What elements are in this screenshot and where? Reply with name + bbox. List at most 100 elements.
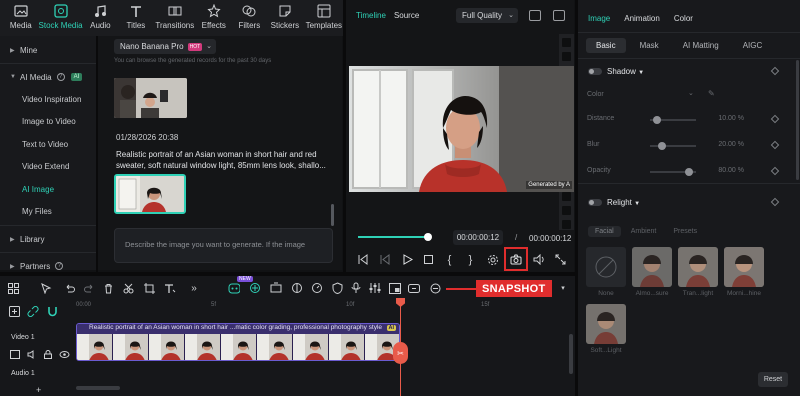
track-visibility-icon[interactable] [59,346,70,364]
speed-icon[interactable] [311,282,323,294]
subtab-ai-matting[interactable]: AI Matting [673,38,729,53]
selected-generated-image[interactable] [114,174,186,214]
subtab-aigc[interactable]: AIGC [733,38,773,53]
magnet-icon[interactable] [46,305,58,317]
track-film-icon[interactable] [10,346,20,364]
split-scissors-icon[interactable] [122,282,134,294]
track-mute-icon[interactable] [27,346,37,364]
color-match-icon[interactable] [291,282,303,294]
subtab-mask[interactable]: Mask [630,38,669,53]
panel-scrollbar[interactable] [796,60,799,180]
video-clip[interactable]: Realistic portrait of an Asian woman in … [76,323,400,361]
sidebar-mine[interactable]: ▶ Mine [0,39,96,61]
tab-source[interactable]: Source [394,11,419,20]
model-dropdown[interactable]: Nano Banana Pro HOT ⌄ [114,39,216,54]
toolbar-templates[interactable]: Templates [303,0,345,36]
tab-timeline[interactable]: Timeline [356,11,386,20]
shadow-blur-value[interactable]: 20.00 % [704,141,744,148]
slider-handle[interactable] [657,142,666,150]
tab-animation[interactable]: Animation [624,14,660,23]
mark-in-button[interactable]: { [443,253,456,266]
grid-view-icon[interactable] [529,10,541,21]
link-icon[interactable] [27,305,39,317]
tab-image[interactable]: Image [588,14,610,23]
picture-in-picture-icon[interactable] [389,282,401,294]
keyframe-icon[interactable] [770,140,780,150]
grid-layout-icon[interactable] [7,282,19,294]
keyframe-icon[interactable] [770,114,780,124]
sidebar-ai-media[interactable]: ▼ AI Media ? AI [0,66,96,88]
text-tool-icon[interactable] [164,282,176,294]
toolbar-transitions[interactable]: Transitions [154,0,196,36]
eyedropper-icon[interactable]: ✎ [708,89,715,98]
relight-preset-soft-light[interactable] [586,304,626,344]
sidebar-item-video-inspiration[interactable]: Video Inspiration [0,88,96,111]
timeline-ruler[interactable]: 00:00 5f 10f 15f [76,302,566,312]
prompt-input[interactable]: Describe the image you want to generate.… [114,228,333,263]
audio-mixer-icon[interactable] [369,282,381,294]
toolbar-effects[interactable]: Effects [196,0,232,36]
relight-section-title[interactable]: Relight ▼ [607,198,640,207]
timeline-menu-icon[interactable]: ▾ [557,282,569,294]
shadow-section-title[interactable]: Shadow ▼ [607,67,644,76]
shadow-toggle[interactable] [588,68,602,75]
tab-color[interactable]: Color [674,14,693,23]
shadow-opacity-value[interactable]: 80.00 % [704,167,744,174]
tab-presets[interactable]: Presets [666,226,704,237]
slider-handle[interactable] [685,168,694,176]
relight-preset-almost-exposure[interactable] [632,247,672,287]
toolbar-stock-media[interactable]: Stock Media [39,0,83,36]
add-icon[interactable]: + [36,385,41,395]
fullscreen-button[interactable] [554,253,567,266]
current-time-field[interactable]: 00:00:00:12 [453,230,503,245]
sidebar-item-my-files[interactable]: My Files [0,201,96,224]
mark-out-button[interactable]: } [464,253,477,266]
toolbar-audio[interactable]: Audio [83,0,119,36]
microphone-icon[interactable] [350,282,362,294]
shadow-blur-slider[interactable] [650,142,696,150]
undo-icon[interactable] [63,282,75,294]
progress-handle[interactable] [424,233,432,241]
sidebar-item-text-to-video[interactable]: Text to Video [0,133,96,156]
relight-toggle[interactable] [588,199,602,206]
quality-dropdown[interactable]: Full Quality ⌄ [456,8,518,23]
timeline-horizontal-scrollbar[interactable] [76,386,120,390]
generated-image-thumbnail[interactable] [114,78,187,118]
tab-facial[interactable]: Facial [588,226,621,237]
relight-preset-morning-sunshine[interactable] [724,247,764,287]
panel-splitter[interactable] [0,272,576,276]
toolbar-titles[interactable]: Titles [118,0,154,36]
image-view-icon[interactable] [553,10,565,21]
track-lock-icon[interactable] [44,346,52,364]
previous-frame-button[interactable] [356,253,369,266]
more-tools-icon[interactable]: » [188,282,200,294]
render-preview-button[interactable] [486,253,499,266]
stabilize-icon[interactable] [270,282,282,294]
add-track-icon[interactable] [8,305,20,317]
relight-preset-transparent-light[interactable] [678,247,718,287]
help-icon[interactable]: ? [56,73,65,81]
shadow-distance-value[interactable]: 10.00 % [704,115,744,122]
sidebar-item-image-to-video[interactable]: Image to Video [0,111,96,134]
toolbar-filters[interactable]: Filters [232,0,268,36]
tab-ambient[interactable]: Ambient [624,226,664,237]
track-layout-icon[interactable] [408,282,420,294]
ai-edit-icon[interactable] [249,282,261,294]
toolbar-media[interactable]: Media [3,0,39,36]
play-button[interactable] [401,253,414,266]
volume-button[interactable] [532,253,545,266]
panel-scrollbar[interactable] [331,204,334,226]
crop-icon[interactable] [143,282,155,294]
sidebar-item-video-extend[interactable]: Video Extend [0,156,96,179]
shield-icon[interactable] [331,282,343,294]
panel-splitter[interactable] [343,0,346,272]
stop-button[interactable] [422,253,435,266]
keyframe-icon[interactable] [770,166,780,176]
color-dropdown[interactable]: ⌄ [688,89,694,97]
delete-icon[interactable] [102,282,114,294]
toolbar-stickers[interactable]: Stickers [267,0,303,36]
panel-splitter[interactable] [575,0,578,396]
shadow-distance-slider[interactable] [650,116,696,124]
sidebar-library[interactable]: ▶ Library [0,228,96,250]
relight-preset-none[interactable] [586,247,626,287]
